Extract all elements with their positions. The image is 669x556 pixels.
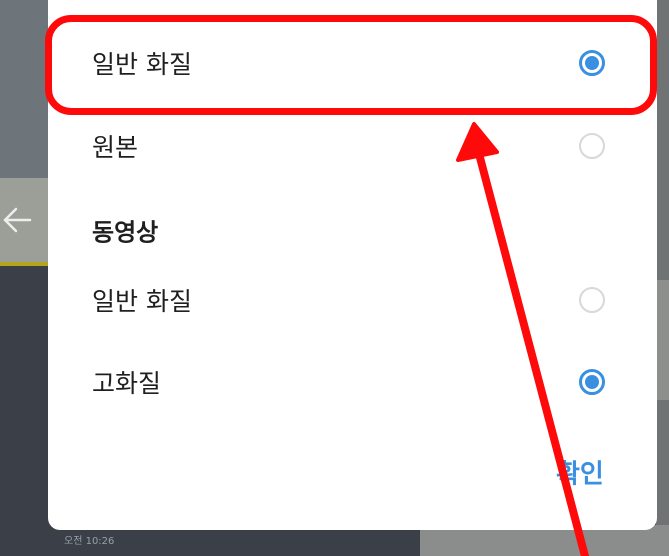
back-arrow-icon bbox=[2, 200, 34, 240]
video-option-high-label: 고화질 bbox=[92, 369, 162, 398]
video-option-high[interactable]: 고화질 bbox=[48, 342, 657, 422]
video-option-standard[interactable]: 일반 화질 bbox=[48, 260, 657, 340]
background-thumbnail bbox=[656, 280, 669, 400]
annotation-highlight-box bbox=[45, 15, 657, 115]
video-option-high-radio-icon[interactable] bbox=[579, 369, 605, 395]
video-option-standard-label: 일반 화질 bbox=[92, 287, 192, 316]
photo-option-original[interactable]: 원본 bbox=[48, 106, 657, 186]
video-section-title: 동영상 bbox=[92, 218, 159, 247]
background-timestamp: 오전 10:26 bbox=[64, 536, 115, 547]
photo-option-original-radio-icon[interactable] bbox=[579, 133, 605, 159]
photo-option-original-label: 원본 bbox=[92, 133, 139, 162]
video-option-standard-radio-icon[interactable] bbox=[579, 287, 605, 313]
confirm-button[interactable]: 확인 bbox=[556, 454, 604, 491]
background-right-edge bbox=[656, 0, 669, 556]
